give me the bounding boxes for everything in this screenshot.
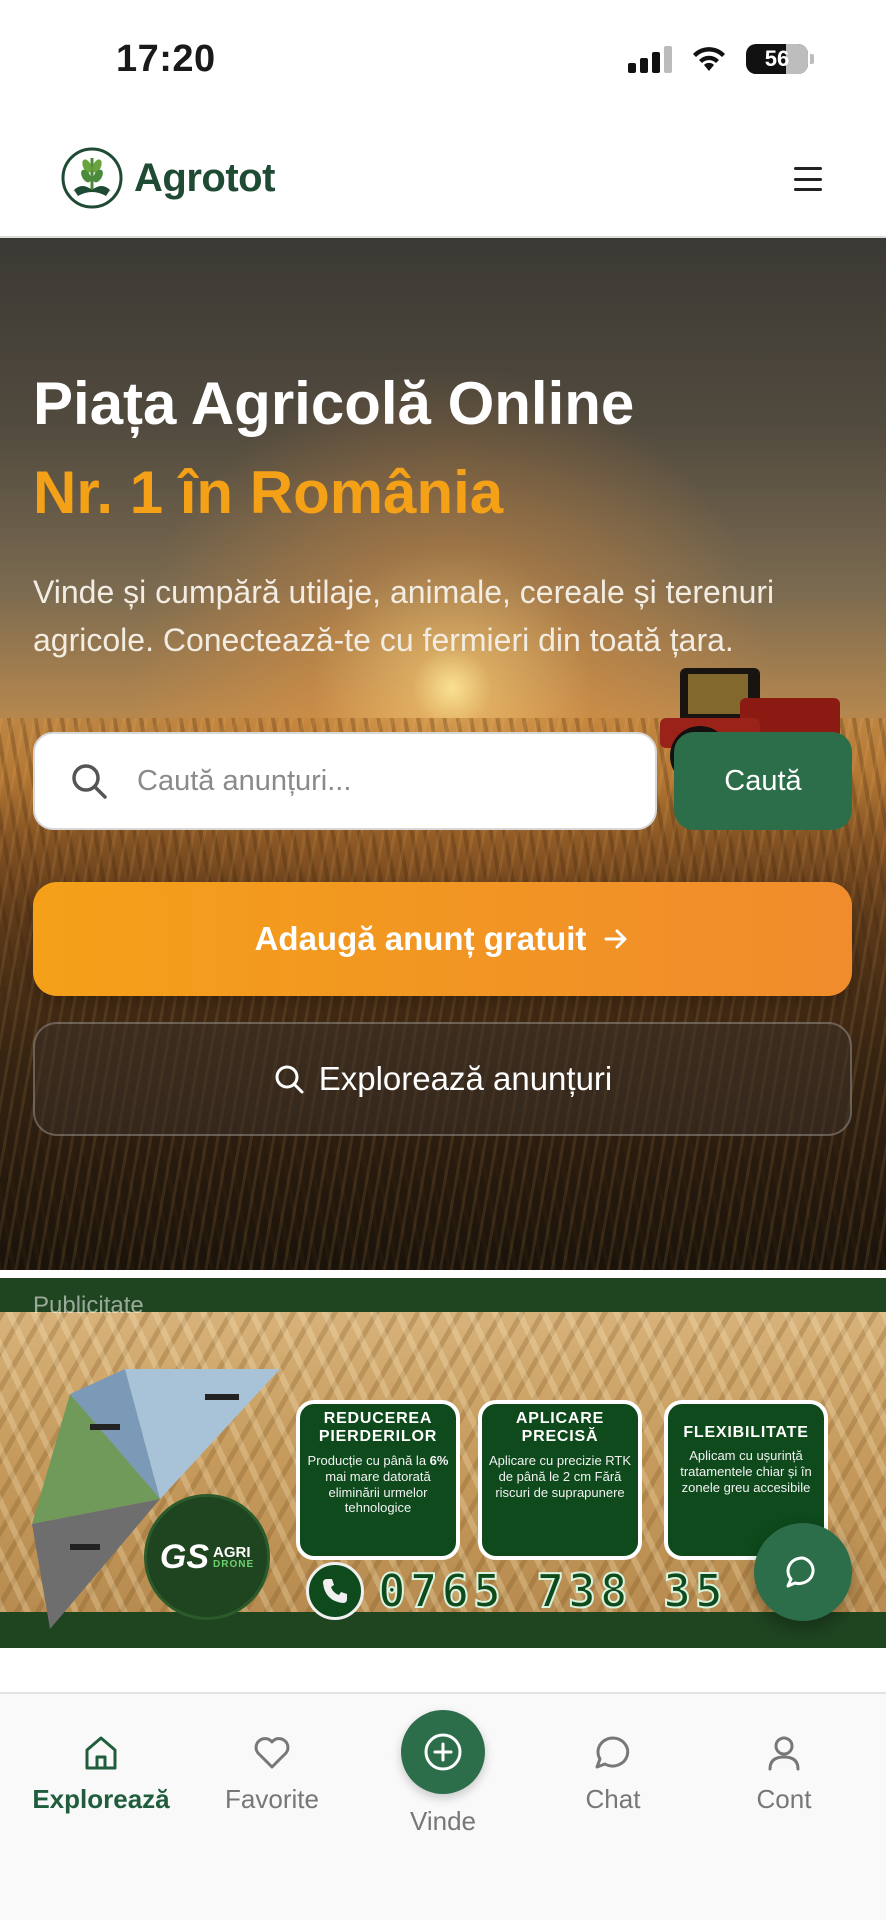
gs-agri-drone-logo: GS AGRI DRONE	[144, 1494, 270, 1620]
nav-favorites[interactable]: Favorite	[192, 1732, 352, 1815]
add-listing-label: Adaugă anunț gratuit	[254, 920, 587, 957]
status-bar: 17:20 56	[0, 0, 886, 118]
phone-icon	[306, 1562, 364, 1620]
ad-card-text: Producție cu până la 6% mai mare datorat…	[307, 1452, 449, 1516]
hero-subtitle: Nr. 1 în România	[33, 459, 504, 526]
nav-label: Explorează	[32, 1784, 170, 1814]
hero-description: Vinde și cumpără utilaje, animale, cerea…	[33, 574, 775, 658]
ad-label: Publicitate	[33, 1292, 144, 1319]
logo-agri: AGRI	[213, 1543, 251, 1561]
search-icon	[275, 1065, 304, 1094]
explore-listings-button[interactable]: Explorează anunțuri	[33, 1022, 852, 1136]
search-input[interactable]	[137, 764, 617, 798]
ad-card-title: REDUCEREA PIERDERILOR	[318, 1410, 438, 1446]
sell-button[interactable]	[401, 1710, 485, 1794]
ad-phone: 0765 738 35	[306, 1562, 727, 1620]
site-header: Agrotot	[0, 118, 886, 238]
ad-card-title: FLEXIBILITATE	[683, 1424, 809, 1441]
search-box	[33, 732, 657, 830]
heart-icon	[254, 1737, 290, 1769]
nav-label: Favorite	[225, 1784, 319, 1814]
brand-name: Agrotot	[134, 155, 275, 200]
status-time: 17:20	[116, 38, 216, 80]
nav-explore[interactable]: Explorează	[21, 1732, 181, 1815]
ad-card-text: Aplicare cu precizie RTK de până le 2 cm…	[488, 1452, 632, 1500]
search-button[interactable]: Caută	[674, 732, 852, 830]
ad-card-precise-application: APLICARE PRECISĂ Aplicare cu precizie RT…	[478, 1400, 642, 1560]
cellular-signal-icon	[628, 45, 672, 73]
logo-main: GS	[159, 1537, 209, 1576]
brand-logo[interactable]: Agrotot	[60, 146, 275, 210]
chat-floating-button[interactable]	[754, 1523, 852, 1621]
arrow-right-icon	[604, 929, 627, 949]
nav-label: Cont	[756, 1784, 812, 1814]
chat-bubble-icon	[595, 1736, 630, 1769]
ad-card-title: APLICARE PRECISĂ	[515, 1410, 605, 1446]
ad-image: GS AGRI DRONE REDUCEREA PIERDERILOR Prod…	[0, 1312, 886, 1629]
search-icon	[72, 764, 107, 799]
nav-label: Chat	[585, 1784, 641, 1814]
nav-chat[interactable]: Chat	[533, 1732, 693, 1815]
nav-label: Vinde	[409, 1806, 477, 1836]
ad-phone-number: 0765 738 35	[377, 1563, 727, 1619]
bottom-navigation: Explorează Favorite Vinde Chat Cont	[0, 1692, 886, 1920]
ad-card-reduce-losses: REDUCEREA PIERDERILOR Producție cu până …	[296, 1400, 460, 1560]
home-icon	[85, 1736, 117, 1770]
wheat-logo-icon	[61, 147, 123, 209]
hero-title: Piața Agricolă Online	[33, 370, 635, 437]
nav-account[interactable]: Cont	[704, 1732, 864, 1815]
plus-circle-icon	[424, 1733, 462, 1771]
wifi-icon	[693, 47, 725, 71]
user-icon	[768, 1736, 800, 1771]
ad-card-text: Aplicam cu ușurință tratamentele chiar ș…	[680, 1448, 812, 1496]
add-listing-button[interactable]: Adaugă anunț gratuit	[33, 882, 852, 996]
explore-listings-label: Explorează anunțuri	[318, 1060, 613, 1097]
hamburger-menu-icon[interactable]	[788, 164, 828, 194]
advertisement-banner[interactable]: Publicitate GS AGRI DRONE REDUCEREA PIER…	[0, 1278, 886, 1648]
nav-sell[interactable]: Vinde	[361, 1710, 525, 1837]
hero-section: Piața Agricolă Online Nr. 1 în România V…	[0, 238, 886, 1270]
logo-drone: DRONE	[213, 1558, 255, 1570]
status-icons: 56	[628, 44, 814, 74]
battery-icon: 56	[746, 44, 814, 74]
chat-bubble-icon	[786, 1556, 815, 1588]
battery-level: 56	[764, 46, 790, 71]
